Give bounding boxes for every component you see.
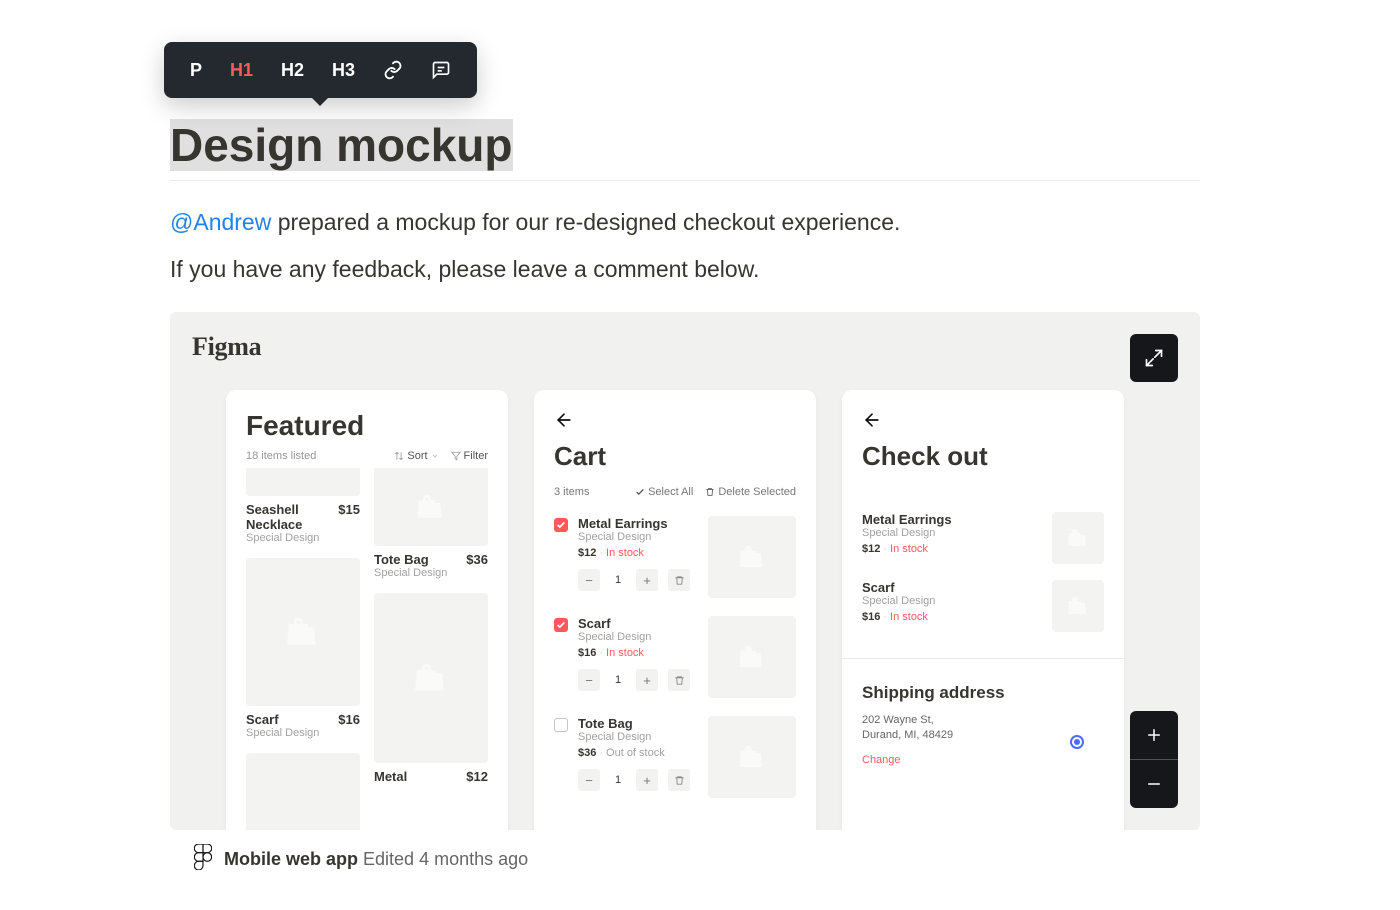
radio-selected[interactable] [1070,735,1084,749]
embed-edited-meta-text: Edited 4 months ago [363,849,528,869]
qty-minus[interactable]: − [578,569,600,591]
product-image-placeholder[interactable] [374,468,488,546]
product-image-placeholder[interactable] [374,593,488,763]
change-address-link[interactable]: Change [862,754,1104,766]
paragraph-2[interactable]: If you have any feedback, please leave a… [170,252,1200,287]
cart-item-thumb[interactable] [708,616,796,698]
cart-item-thumb[interactable] [708,716,796,798]
checkout-heading: Check out [862,441,1104,472]
back-arrow-icon[interactable] [862,410,1104,435]
paragraph-1[interactable]: @Andrew prepared a mockup for our re-des… [170,205,1200,240]
shipping-title: Shipping address [862,683,1104,703]
separator [842,658,1124,659]
cart-count: 3 items [554,486,589,498]
checkout-item-sub: Special Design [862,527,1052,539]
product-sub: Special Design [246,532,360,544]
format-h2[interactable]: H2 [267,52,318,89]
product-price: $16 [338,712,360,727]
qty-value: 1 [606,774,630,786]
mockup-featured: Featured 18 items listed Sort Filter [226,390,508,830]
checkbox-checked[interactable] [554,518,568,532]
cart-item-name: Metal Earrings [578,516,698,531]
cart-item-sub: Special Design [578,631,698,643]
mockup-cart: Cart 3 items Select All Delete Selected [534,390,816,830]
product-image-placeholder[interactable] [246,468,360,496]
product-name: Scarf [246,712,279,727]
cart-item-sub: Special Design [578,531,698,543]
checkout-item-name: Scarf [862,580,1052,595]
sort-button[interactable]: Sort [394,450,438,462]
qty-plus[interactable]: + [636,669,658,691]
expand-icon [1144,348,1164,368]
zoom-out-button[interactable] [1130,760,1178,808]
link-icon[interactable] [369,52,417,88]
document: Design mockup @Andrew prepared a mockup … [170,0,1200,875]
cart-item: Scarf Special Design $16·In stock − 1 + [554,616,796,698]
page-title[interactable]: Design mockup [170,118,513,172]
delete-selected-button[interactable]: Delete Selected [705,486,796,498]
product-price: $15 [338,502,360,517]
cart-item-sub: Special Design [578,731,698,743]
cart-item: Metal Earrings Special Design $12·In sto… [554,516,796,598]
embed-file-name[interactable]: Mobile web app [224,849,358,869]
figma-embed: Figma Featured 18 items listed Sort [170,312,1200,830]
embed-title: Figma [192,332,261,362]
cart-item-name: Tote Bag [578,716,698,731]
qty-plus[interactable]: + [636,769,658,791]
filter-button[interactable]: Filter [451,450,488,462]
qty-minus[interactable]: − [578,669,600,691]
checkbox-unchecked[interactable] [554,718,568,732]
featured-count: 18 items listed [246,450,316,462]
mockup-checkout: Check out Metal Earrings Special Design … [842,390,1124,830]
checkout-item-thumb[interactable] [1052,580,1104,632]
mention-andrew[interactable]: @Andrew [170,209,271,235]
cart-heading: Cart [554,441,796,472]
shipping-address: 202 Wayne St, Durand, MI, 48429 [862,713,1104,744]
plus-icon [1145,726,1163,744]
minus-icon [1145,775,1163,793]
cart-item: Tote Bag Special Design $36·Out of stock… [554,716,796,798]
trash-icon[interactable] [668,569,690,591]
embed-footer: Mobile web app Edited 4 months ago [194,844,1200,875]
trash-icon[interactable] [668,669,690,691]
select-all-button[interactable]: Select All [635,486,693,498]
format-paragraph[interactable]: P [176,52,216,89]
formatting-toolbar: P H1 H2 H3 [164,42,477,98]
qty-minus[interactable]: − [578,769,600,791]
cart-item-thumb[interactable] [708,516,796,598]
qty-plus[interactable]: + [636,569,658,591]
cart-item-name: Scarf [578,616,698,631]
qty-value: 1 [606,674,630,686]
product-name: Seashell Necklace [246,502,338,532]
figma-logo-icon [194,844,212,875]
checkout-item-name: Metal Earrings [862,512,1052,527]
product-name: Metal [374,769,407,784]
back-arrow-icon[interactable] [554,410,796,435]
qty-value: 1 [606,574,630,586]
zoom-controls [1130,711,1178,808]
expand-button[interactable] [1130,334,1178,382]
paragraph-1-rest: prepared a mockup for our re-designed ch… [271,209,900,235]
checkout-item-thumb[interactable] [1052,512,1104,564]
zoom-in-button[interactable] [1130,711,1178,759]
product-name: Tote Bag [374,552,429,567]
format-h1[interactable]: H1 [216,52,267,89]
checkout-item-sub: Special Design [862,595,1052,607]
product-sub: Special Design [246,727,360,739]
checkbox-checked[interactable] [554,618,568,632]
product-sub: Special Design [374,567,488,579]
product-image-placeholder[interactable] [246,753,360,830]
product-price: $36 [466,552,488,567]
trash-icon[interactable] [668,769,690,791]
comment-icon[interactable] [417,52,465,88]
featured-heading: Featured [246,410,488,442]
format-h3[interactable]: H3 [318,52,369,89]
product-image-placeholder[interactable] [246,558,360,706]
product-price: $12 [466,769,488,784]
divider [170,180,1200,181]
